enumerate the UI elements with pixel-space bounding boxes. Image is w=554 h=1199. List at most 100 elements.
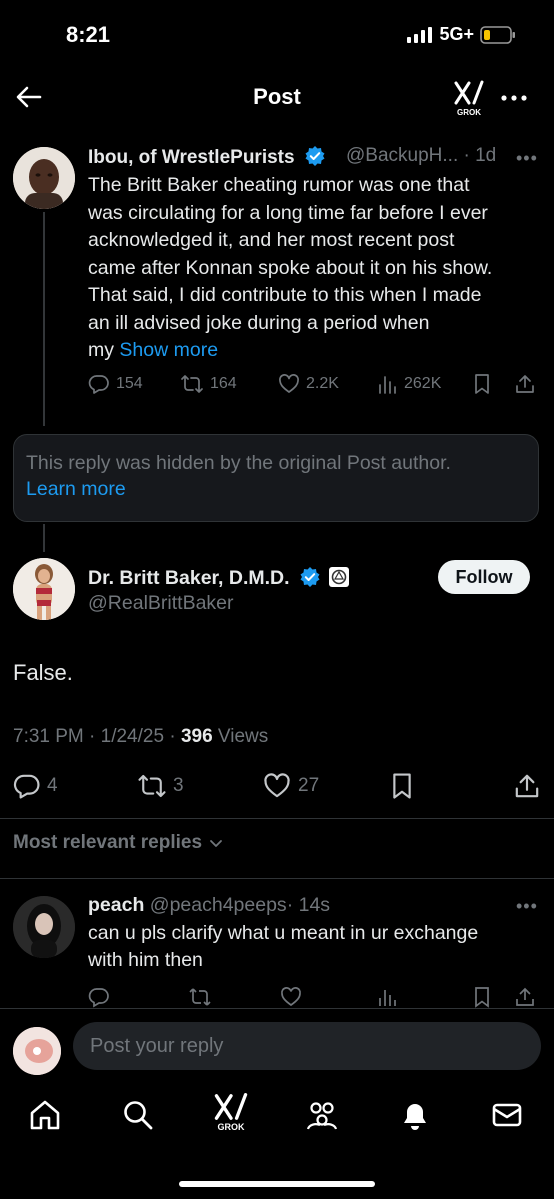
divider (0, 1008, 554, 1009)
more-options-icon[interactable] (498, 86, 530, 110)
like-action[interactable]: 27 (262, 772, 319, 800)
grok-button[interactable]: GROK (452, 80, 486, 118)
share-icon[interactable] (513, 772, 541, 800)
reply-more-icon[interactable]: ••• (516, 896, 538, 917)
views-count-main: 396 (180, 726, 213, 747)
heart-icon (264, 773, 290, 798)
body-line: That said, I did contribute to this when… (88, 284, 482, 306)
reply-body: can u pls clarify what u meant in ur exc… (88, 920, 528, 974)
body-line: The Britt Baker cheating rumor was one t… (88, 174, 470, 196)
grok-tab[interactable]: GROK (212, 1092, 250, 1136)
home-icon[interactable] (28, 1098, 62, 1132)
notifications-icon[interactable] (398, 1098, 432, 1132)
main-tweet-meta: 7:31 PM · 1/24/25 · 396 Views (13, 726, 268, 748)
bookmark-icon[interactable] (472, 373, 492, 395)
avatar-britt-baker[interactable] (13, 558, 75, 620)
replies-sort-dropdown[interactable]: Most relevant replies (13, 832, 224, 854)
avatar-peach[interactable] (13, 896, 75, 958)
reply-age: · 14s (286, 894, 331, 916)
bookmark-icon[interactable] (389, 772, 415, 800)
repost-action[interactable]: 3 (137, 772, 184, 800)
battery-icon (480, 25, 515, 44)
thread-line-2 (43, 524, 45, 552)
avatar-ibou[interactable] (13, 147, 75, 209)
main-author-name[interactable]: Dr. Britt Baker, D.M.D. (88, 566, 350, 590)
parent-author-label: Ibou, of WrestlePurists (88, 147, 295, 168)
status-time: 8:21 (66, 22, 111, 47)
messages-icon[interactable] (490, 1098, 524, 1132)
hidden-reply-text: This reply was hidden by the original Po… (26, 452, 451, 474)
reply-count: 154 (116, 375, 143, 392)
reply-count: 4 (47, 775, 58, 796)
repost-icon[interactable] (188, 986, 212, 1008)
reply-action[interactable]: 4 (13, 772, 58, 800)
follow-button[interactable]: Follow (438, 560, 530, 594)
repost-count: 3 (173, 775, 184, 796)
divider (0, 818, 554, 819)
views-count: 262K (404, 375, 442, 392)
parent-more-icon[interactable]: ••• (516, 148, 538, 169)
reply-icon (88, 375, 109, 394)
repost-icon (138, 774, 166, 798)
body-line: came after Konnan spoke about it on his … (88, 256, 493, 279)
body-line-last: my Show more (88, 337, 540, 365)
show-more-link[interactable]: Show more (119, 339, 218, 361)
repost-action[interactable]: 164 (180, 373, 237, 395)
status-indicators: 5G+ (407, 24, 516, 45)
views-action[interactable]: 262K (376, 373, 441, 395)
verified-badge-icon (305, 146, 325, 166)
main-actions: 4 3 27 (13, 772, 541, 800)
grok-icon (454, 80, 484, 105)
grok-label: GROK (457, 108, 481, 117)
body-line: an ill advised joke during a period when (88, 311, 430, 334)
main-handle[interactable]: @RealBrittBaker (88, 592, 234, 615)
repost-count: 164 (210, 375, 237, 392)
reply-author-name: peach (88, 894, 145, 916)
repost-icon (181, 375, 203, 393)
like-action[interactable]: 2.2K (278, 373, 339, 395)
grok-tab-label: GROK (217, 1122, 245, 1132)
divider (0, 878, 554, 879)
views-icon (379, 376, 396, 394)
parent-actions: 154 164 2.2K 262K (88, 372, 540, 396)
parent-tweet-body: The Britt Baker cheating rumor was one t… (88, 172, 540, 365)
main-tweet-text: False. (13, 660, 73, 685)
parent-author-name[interactable]: Ibou, of WrestlePurists (88, 145, 326, 169)
signal-icon (407, 26, 433, 43)
body-line-prefix: my (88, 339, 114, 361)
reply-input[interactable]: Post your reply (73, 1022, 541, 1070)
affiliate-badge-icon (329, 567, 350, 587)
communities-icon[interactable] (305, 1098, 339, 1132)
parent-handle[interactable]: @BackupH... · 1d (346, 145, 496, 167)
home-indicator (179, 1181, 375, 1187)
replies-sort-label: Most relevant replies (13, 832, 203, 853)
body-line: acknowledged it, and her most recent pos… (88, 229, 455, 251)
network-label: 5G+ (439, 24, 474, 44)
share-icon[interactable] (514, 373, 536, 395)
bookmark-icon[interactable] (472, 986, 492, 1008)
tweet-timestamp: 7:31 PM · 1/24/25 · (13, 726, 176, 747)
search-icon[interactable] (121, 1098, 155, 1132)
reply-line: can u pls clarify what u meant in ur exc… (88, 922, 479, 944)
thread-line (43, 212, 45, 426)
parent-age: · 1d (463, 145, 497, 166)
parent-handle-text: @BackupH... (346, 145, 459, 166)
body-line: was circulating for a long time far befo… (88, 201, 488, 224)
views-icon[interactable] (376, 986, 398, 1008)
learn-more-link[interactable]: Learn more (26, 478, 126, 501)
like-count: 2.2K (306, 375, 339, 392)
reply-action[interactable]: 154 (88, 373, 143, 395)
main-author-label: Dr. Britt Baker, D.M.D. (88, 567, 290, 589)
reply-handle: @peach4peeps (149, 894, 287, 916)
heart-icon[interactable] (280, 986, 302, 1008)
reply-line: with him then (88, 949, 203, 971)
my-avatar[interactable] (13, 1027, 61, 1075)
chevron-down-icon (210, 840, 222, 847)
share-icon[interactable] (514, 986, 536, 1008)
reply-icon[interactable] (88, 986, 110, 1008)
reply-author[interactable]: peach @peach4peeps· 14s (88, 894, 330, 917)
reply-icon (13, 774, 40, 799)
views-label: Views (217, 726, 269, 747)
grok-icon (214, 1093, 248, 1120)
verified-badge-icon (300, 567, 320, 587)
